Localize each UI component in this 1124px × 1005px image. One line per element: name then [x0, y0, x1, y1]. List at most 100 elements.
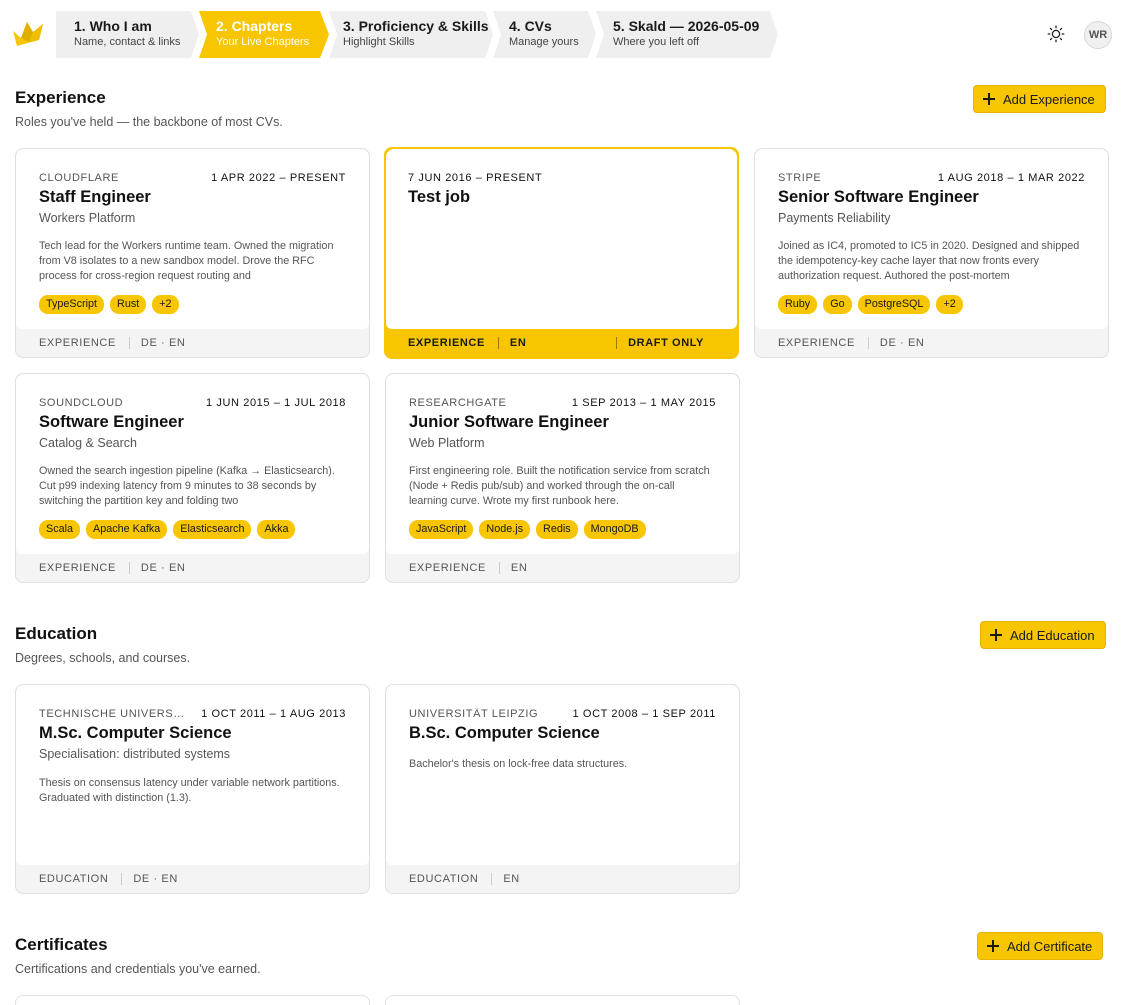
skill-tag: Akka [257, 520, 296, 539]
add-education-button[interactable]: Add Education [980, 621, 1106, 649]
card-kind: EXPERIENCE [39, 562, 116, 574]
step-who-i-am[interactable]: 1. Who I am Name, contact & links [56, 11, 199, 58]
card-subtitle: Web Platform [409, 436, 485, 450]
sun-icon[interactable] [1047, 25, 1065, 43]
skill-tag: TypeScript [39, 295, 105, 314]
card-kind: EDUCATION [409, 873, 479, 885]
step-subtitle: Your Live Chapters [216, 36, 310, 48]
card-tags: Ruby Go PostgreSQL +2 [778, 295, 963, 314]
skill-tag: Elasticsearch [173, 520, 252, 539]
card-languages: DE · EN [879, 337, 925, 349]
divider [498, 562, 500, 574]
card-kind: EXPERIENCE [409, 562, 486, 574]
card-dates: 7 JUN 2016 – PRESENT [408, 172, 543, 184]
step-title: 4. CVs [509, 18, 552, 34]
card-description: Owned the search ingestion pipeline (Kaf… [39, 465, 335, 507]
divider [128, 337, 130, 349]
card-body: CLOUDFLARE 1 APR 2022 – PRESENT Staff En… [16, 149, 369, 329]
skill-tag: PostgreSQL [857, 295, 931, 314]
card-languages: DE · EN [140, 337, 186, 349]
certificates-section-title: Certificates [15, 935, 108, 954]
card-dates: 1 SEP 2013 – 1 MAY 2015 [571, 397, 716, 409]
avatar[interactable]: WR [1084, 21, 1112, 49]
divider [497, 337, 499, 349]
add-education-label: Add Education [1010, 627, 1095, 643]
card-languages: EN [509, 337, 527, 349]
card-dates: 1 JUN 2015 – 1 JUL 2018 [206, 397, 346, 409]
card-status-group: DRAFT ONLY [603, 337, 704, 349]
step-subtitle: Name, contact & links [74, 36, 181, 48]
education-section-subtitle: Degrees, schools, and courses. [15, 651, 191, 665]
experience-card[interactable]: CLOUDFLARE 1 APR 2022 – PRESENT Staff En… [15, 148, 370, 358]
card-title: M.Sc. Computer Science [39, 724, 232, 742]
card-subtitle: Payments Reliability [778, 211, 891, 225]
add-experience-button[interactable]: Add Experience [973, 85, 1106, 113]
card-title: B.Sc. Computer Science [409, 724, 600, 742]
card-dates: 1 APR 2022 – PRESENT [211, 172, 346, 184]
plus-icon [990, 629, 1002, 641]
step-cvs[interactable]: 4. CVs Manage yours [501, 11, 596, 58]
card-dates: 1 AUG 2018 – 1 MAR 2022 [937, 172, 1085, 184]
card-subtitle: Specialisation: distributed systems [39, 747, 231, 761]
card-body: STRIPE 1 AUG 2018 – 1 MAR 2022 Senior So… [755, 149, 1108, 329]
card-dates: 1 OCT 2008 – 1 SEP 2011 [572, 708, 716, 720]
divider [128, 562, 130, 574]
certificate-card[interactable] [385, 995, 740, 1005]
card-organization: TECHNISCHE UNIVERSIT... [39, 708, 187, 720]
card-organization: SOUNDCLOUD [39, 397, 124, 409]
add-certificate-button[interactable]: Add Certificate [977, 932, 1104, 960]
card-tags: JavaScript Node.js Redis MongoDB [409, 520, 646, 539]
card-body: TECHNISCHE UNIVERSIT... 1 OCT 2011 – 1 A… [16, 685, 369, 865]
card-kind: EXPERIENCE [778, 337, 855, 349]
education-card[interactable]: UNIVERSITÄT LEIPZIG 1 OCT 2008 – 1 SEP 2… [385, 684, 740, 894]
card-body: 7 JUN 2016 – PRESENT Test job [386, 149, 737, 329]
card-kind: EXPERIENCE [408, 337, 485, 349]
card-title: Test job [408, 188, 471, 206]
step-skald[interactable]: 5. Skald — 2026-05-09 Where you left off [604, 11, 778, 58]
skill-tag-more: +2 [152, 295, 179, 314]
card-body: RESEARCHGATE 1 SEP 2013 – 1 MAY 2015 Jun… [386, 374, 739, 554]
step-title: 1. Who I am [74, 18, 152, 34]
card-body: SOUNDCLOUD 1 JUN 2015 – 1 JUL 2018 Softw… [16, 374, 369, 554]
skill-tag: Go [823, 295, 852, 314]
card-tags: TypeScript Rust +2 [39, 295, 179, 314]
certificates-section-subtitle: Certifications and credentials you've ea… [15, 962, 261, 976]
step-subtitle: Where you left off [613, 36, 700, 48]
experience-card[interactable]: SOUNDCLOUD 1 JUN 2015 – 1 JUL 2018 Softw… [15, 373, 370, 583]
card-body: UNIVERSITÄT LEIPZIG 1 OCT 2008 – 1 SEP 2… [386, 685, 739, 865]
card-languages: EN [503, 873, 520, 885]
card-languages: DE · EN [140, 562, 186, 574]
card-footer: EXPERIENCE DE · EN [778, 329, 924, 357]
card-description: Joined as IC4, promoted to IC5 in 2020. … [778, 240, 1080, 282]
experience-card[interactable]: STRIPE 1 AUG 2018 – 1 MAR 2022 Senior So… [754, 148, 1109, 358]
add-certificate-label: Add Certificate [1007, 938, 1093, 954]
card-description: Thesis on consensus latency under variab… [39, 777, 340, 804]
divider [121, 873, 123, 885]
card-subtitle: Workers Platform [39, 211, 136, 225]
skill-tag: MongoDB [583, 520, 646, 539]
experience-card-selected[interactable]: 7 JUN 2016 – PRESENT Test job EXPERIENCE… [384, 147, 739, 359]
skill-tag-more: +2 [936, 295, 963, 314]
card-languages: DE · EN [133, 873, 178, 885]
plus-icon [987, 940, 999, 952]
card-organization: UNIVERSITÄT LEIPZIG [409, 708, 539, 720]
experience-card[interactable]: RESEARCHGATE 1 SEP 2013 – 1 MAY 2015 Jun… [385, 373, 740, 583]
step-subtitle: Highlight Skills [343, 36, 415, 48]
experience-section-title: Experience [15, 88, 106, 107]
education-card[interactable]: TECHNISCHE UNIVERSIT... 1 OCT 2011 – 1 A… [15, 684, 370, 894]
step-title: 5. Skald — 2026-05-09 [613, 18, 760, 34]
card-description: First engineering role. Built the notifi… [409, 465, 710, 507]
step-proficiency-skills[interactable]: 3. Proficiency & Skills Highlight Skills [337, 11, 493, 58]
divider [616, 337, 618, 349]
card-status: DRAFT ONLY [628, 337, 704, 349]
card-footer: EDUCATION EN [409, 865, 520, 893]
skill-tag: JavaScript [409, 520, 474, 539]
certificate-card[interactable] [15, 995, 370, 1005]
divider [867, 337, 869, 349]
step-chapters[interactable]: 2. Chapters Your Live Chapters [207, 11, 329, 58]
skill-tag: Rust [110, 295, 147, 314]
skill-tag: Redis [536, 520, 578, 539]
card-footer: EDUCATION DE · EN [39, 865, 178, 893]
skill-tag: Apache Kafka [86, 520, 168, 539]
bird-logo-icon[interactable] [11, 18, 47, 50]
